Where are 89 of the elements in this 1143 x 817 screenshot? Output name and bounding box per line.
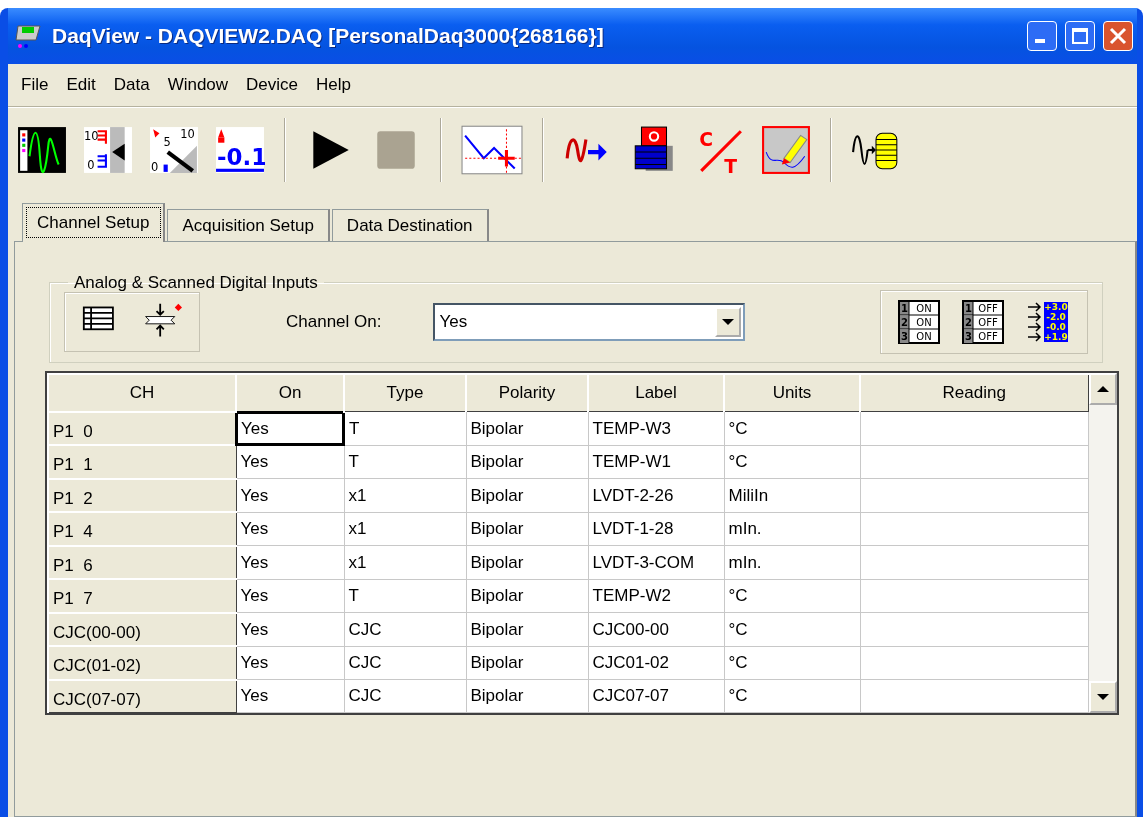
tab[interactable]: Acquisition Setup: [167, 208, 330, 241]
table-cell: mIn.: [724, 545, 860, 579]
scope-icon: [17, 125, 67, 175]
table-cell: °C: [724, 612, 860, 646]
maximize-button[interactable]: [1065, 21, 1095, 51]
table-cell: x1: [344, 478, 466, 512]
table-cell: Yes: [236, 612, 344, 646]
table-cell: x1: [344, 545, 466, 579]
app-icon: [14, 22, 44, 50]
row-header[interactable]: P1 7: [48, 579, 236, 613]
table-cell: Bipolar: [466, 411, 588, 445]
scroll-up-button[interactable]: [1088, 372, 1117, 405]
table-cell: Bipolar: [466, 545, 588, 579]
table-cell: Yes: [236, 445, 344, 479]
table-cell: mIn.: [724, 512, 860, 546]
table-cell: Yes: [236, 679, 344, 713]
row-header[interactable]: CJC(01-02): [48, 646, 236, 680]
table-cell: TEMP-W2: [588, 579, 724, 613]
column-header[interactable]: Polarity: [466, 373, 588, 412]
chart-pencil-icon: [761, 125, 811, 175]
window-title: DaqView - DAQVIEW2.DAQ [PersonalDaq3000{268166}]: [52, 23, 605, 50]
table-cell: Bipolar: [466, 478, 588, 512]
table-cell: Yes: [236, 646, 344, 680]
table-cell: T: [344, 579, 466, 613]
table-cell: Yes: [236, 411, 344, 445]
column-header[interactable]: Label: [588, 373, 724, 412]
column-header[interactable]: Type: [344, 373, 466, 412]
menu-item[interactable]: Device: [237, 70, 308, 100]
table-cell: TEMP-W3: [588, 411, 724, 445]
table-cell: LVDT-2-26: [588, 478, 724, 512]
field-label: Channel On:: [286, 310, 382, 333]
maximize-icon: [1071, 27, 1089, 45]
table-cell: Bipolar: [466, 445, 588, 479]
table-cell: Bipolar: [466, 512, 588, 546]
table-cell: x1: [344, 512, 466, 546]
table-cell: CJC01-02: [588, 646, 724, 680]
table-cell: LVDT-3-COM: [588, 545, 724, 579]
menu-item[interactable]: File: [12, 70, 58, 100]
minimize-icon: [1035, 39, 1045, 43]
table-cell: CJC: [344, 679, 466, 713]
group-title: Analog & Scanned Digital Inputs: [73, 272, 319, 294]
table-cell: CJC07-07: [588, 679, 724, 713]
menu-item[interactable]: Data: [104, 70, 159, 100]
table-cell: °C: [724, 646, 860, 680]
table-cell: LVDT-1-28: [588, 512, 724, 546]
scroll-down-button[interactable]: [1088, 681, 1117, 713]
table-cell: Bipolar: [466, 612, 588, 646]
menu-item[interactable]: Window: [158, 70, 238, 100]
column-header[interactable]: On: [236, 373, 344, 412]
channel-on-dropdown[interactable]: Yes: [433, 302, 746, 341]
row-header[interactable]: CJC(07-07): [48, 679, 236, 713]
close-icon: [1109, 27, 1127, 45]
table-cell: Yes: [236, 545, 344, 579]
row-header[interactable]: CJC(00-00): [48, 612, 236, 646]
table-cell: °C: [724, 445, 860, 479]
table-cell: °C: [724, 679, 860, 713]
menu-item[interactable]: Help: [307, 70, 361, 100]
close-button[interactable]: [1103, 21, 1133, 51]
table-cell: Bipolar: [466, 579, 588, 613]
column-header[interactable]: Reading: [860, 373, 1088, 412]
table-cell: MiliIn: [724, 478, 860, 512]
row-header[interactable]: P1 4: [48, 512, 236, 546]
row-header[interactable]: P1 6: [48, 545, 236, 579]
table-cell: °C: [724, 411, 860, 445]
table-cell: °C: [724, 579, 860, 613]
tab[interactable]: Channel Setup: [22, 202, 166, 242]
table-cell: TEMP-W1: [588, 445, 724, 479]
scrollbar[interactable]: [1088, 372, 1117, 713]
table-cell: Yes: [236, 579, 344, 613]
table-cell: Bipolar: [466, 679, 588, 713]
menu-item[interactable]: Edit: [57, 70, 105, 100]
row-header[interactable]: P1 0: [48, 411, 236, 445]
line-chart-icon: [461, 125, 523, 175]
column-header[interactable]: Units: [724, 373, 860, 412]
column-header[interactable]: CH: [48, 373, 236, 412]
row-header[interactable]: P1 2: [48, 478, 236, 512]
row-header[interactable]: P1 1: [48, 445, 236, 479]
minimize-button[interactable]: [1027, 21, 1057, 51]
table-cell: CJC: [344, 612, 466, 646]
table-cell: CJC: [344, 646, 466, 680]
table-cell: Bipolar: [466, 646, 588, 680]
table-cell: Yes: [236, 478, 344, 512]
table-cell: Yes: [236, 512, 344, 546]
table-cell: T: [344, 411, 466, 445]
down-arrow-icon: [1096, 693, 1109, 701]
up-arrow-icon: [1096, 384, 1109, 393]
table-cell: CJC00-00: [588, 612, 724, 646]
table-cell: T: [344, 445, 466, 479]
tab[interactable]: Data Destination: [331, 208, 489, 241]
